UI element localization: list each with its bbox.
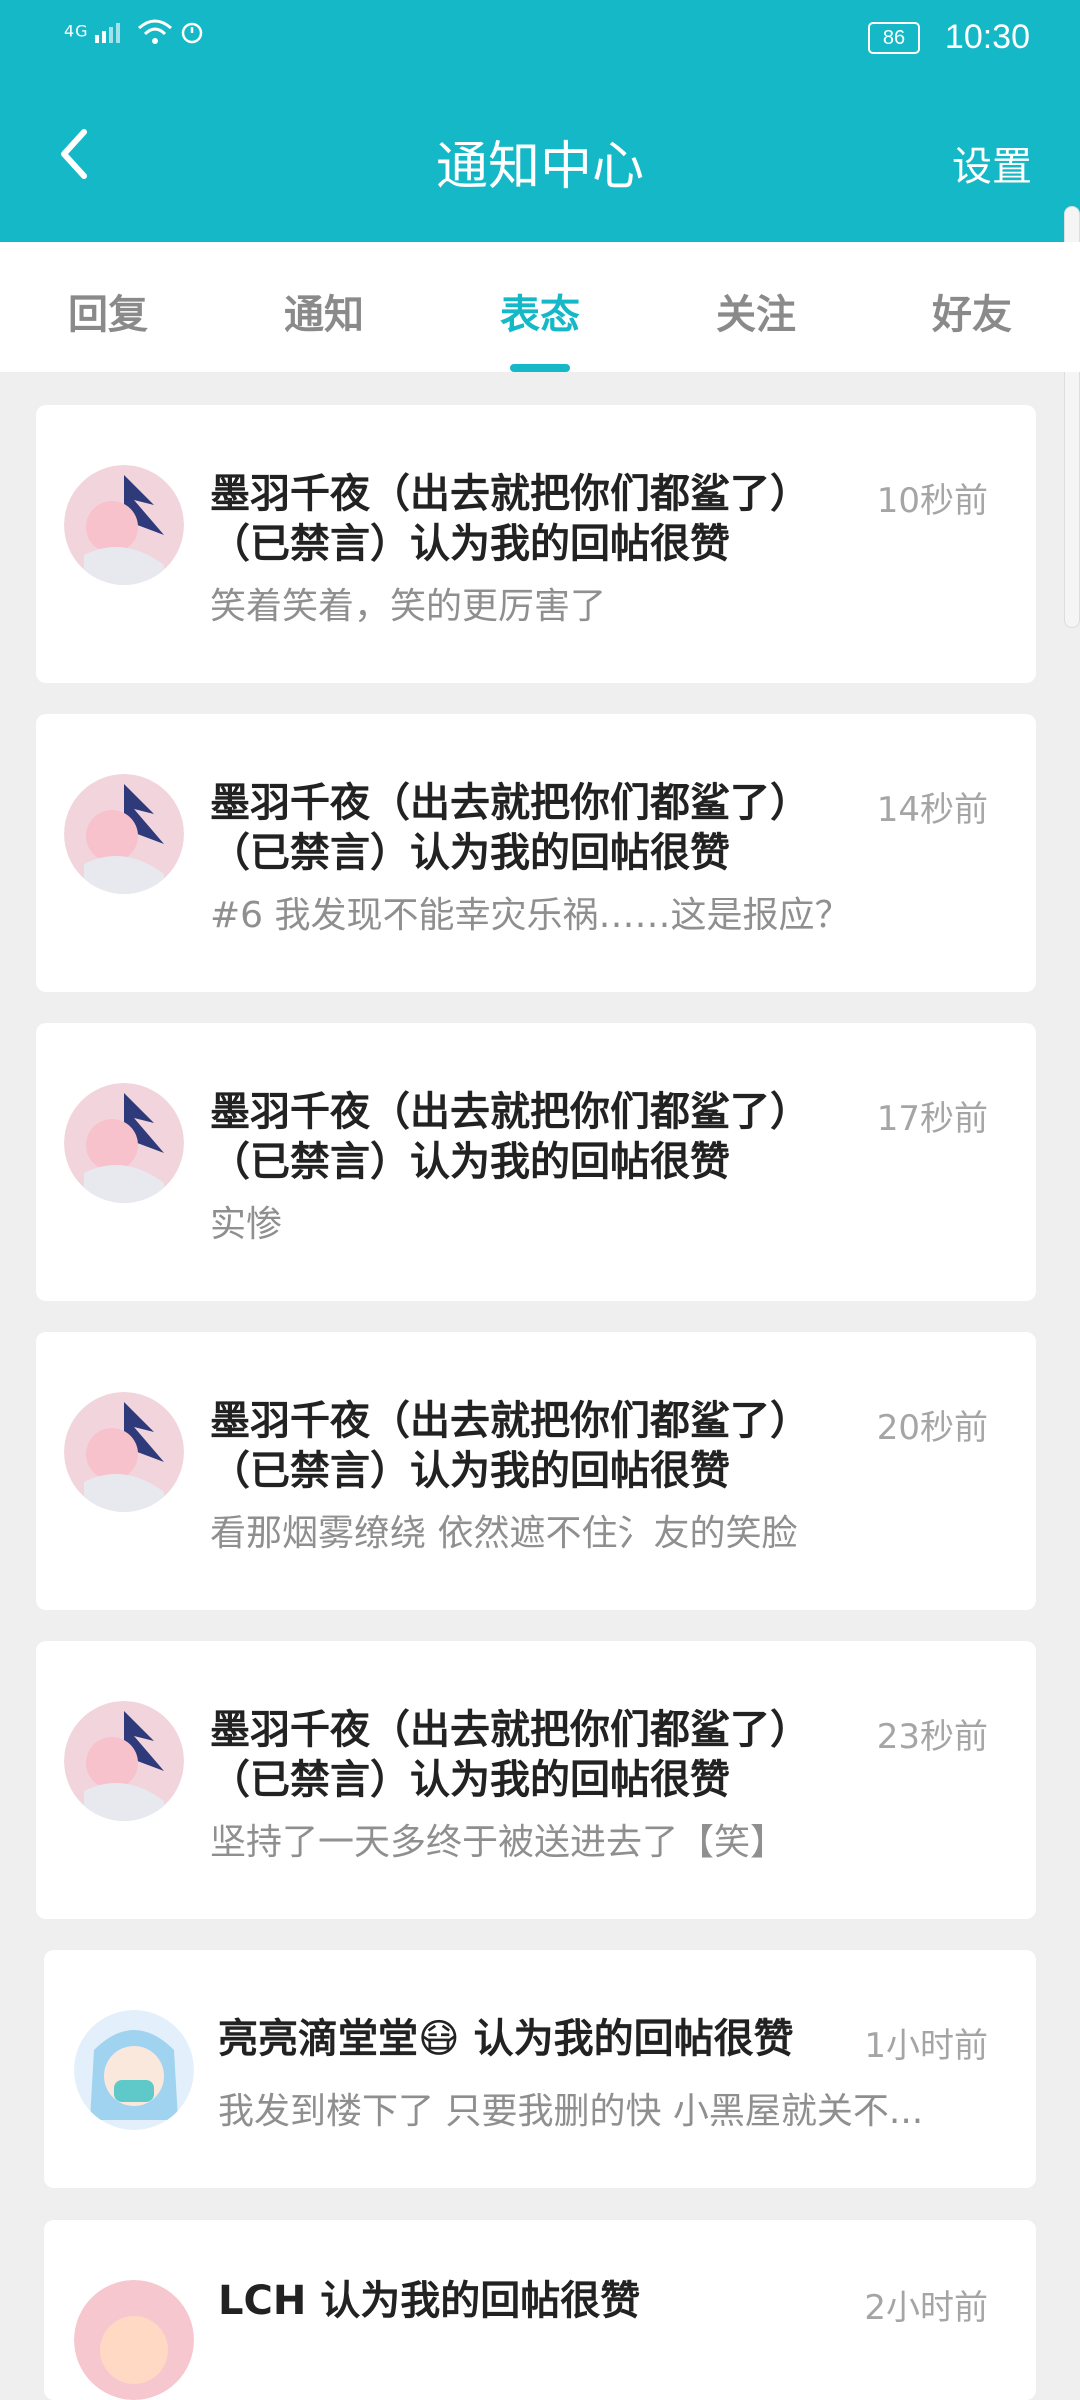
tab-follows[interactable]: 关注	[648, 242, 864, 372]
network-label: 4G	[64, 21, 89, 41]
tab-notifications[interactable]: 通知	[216, 242, 432, 372]
title-line-1: 墨羽千夜（出去就把你们都鲨了）	[210, 1707, 810, 1753]
notification-title: 墨羽千夜（出去就把你们都鲨了） （已禁言）认为我的回帖很赞	[210, 1396, 850, 1496]
avatar[interactable]	[64, 774, 184, 894]
notification-card[interactable]: 墨羽千夜（出去就把你们都鲨了） （已禁言）认为我的回帖很赞 20秒前 看那烟雾缭…	[36, 1332, 1036, 1610]
notification-title: 墨羽千夜（出去就把你们都鲨了） （已禁言）认为我的回帖很赞	[210, 469, 850, 569]
title-line-1: 墨羽千夜（出去就把你们都鲨了）	[210, 1089, 810, 1135]
clock: 10:30	[944, 18, 1030, 56]
avatar[interactable]	[74, 2010, 194, 2130]
title-line-2: （已禁言）认为我的回帖很赞	[210, 1448, 730, 1494]
settings-button[interactable]: 设置	[952, 134, 1032, 192]
signal-icon	[94, 23, 120, 43]
page-title: 通知中心	[435, 137, 644, 197]
notification-card[interactable]: 墨羽千夜（出去就把你们都鲨了） （已禁言）认为我的回帖很赞 14秒前 #6 我发…	[36, 714, 1036, 992]
battery-indicator: 86	[868, 22, 920, 54]
title-line-1: 墨羽千夜（出去就把你们都鲨了）	[210, 471, 810, 517]
timestamp: 1小时前	[864, 2026, 988, 2066]
avatar[interactable]	[64, 465, 184, 585]
reply-snippet: 坚持了一天多终于被送进去了【笑】	[210, 1822, 787, 1863]
notification-title: 墨羽千夜（出去就把你们都鲨了） （已禁言）认为我的回帖很赞	[210, 778, 850, 878]
active-tab-indicator	[510, 364, 570, 372]
title-line-1: 墨羽千夜（出去就把你们都鲨了）	[210, 1398, 810, 1444]
reply-snippet: 笑着笑着，笑的更厉害了	[210, 586, 607, 627]
reply-snippet: 看那烟雾缭绕 依然遮不住氵友的笑脸	[210, 1513, 798, 1554]
tab-replies[interactable]: 回复	[0, 242, 216, 372]
notification-card[interactable]: 墨羽千夜（出去就把你们都鲨了） （已禁言）认为我的回帖很赞 10秒前 笑着笑着，…	[36, 405, 1036, 683]
status-bar: 4G 86 10:30	[0, 0, 1080, 76]
timestamp: 2小时前	[864, 2288, 988, 2328]
title-line-1: 墨羽千夜（出去就把你们都鲨了）	[210, 780, 810, 826]
timestamp: 14秒前	[876, 790, 988, 830]
tab-label: 回复	[68, 292, 148, 338]
title-line-2: （已禁言）认为我的回帖很赞	[210, 521, 730, 567]
timestamp: 10秒前	[876, 481, 988, 521]
avatar[interactable]	[64, 1701, 184, 1821]
notification-card[interactable]: 墨羽千夜（出去就把你们都鲨了） （已禁言）认为我的回帖很赞 23秒前 坚持了一天…	[36, 1641, 1036, 1919]
notification-card[interactable]: LCH 认为我的回帖很赞 2小时前	[44, 2220, 1036, 2400]
app-header: 通知中心 设置	[0, 76, 1080, 628]
tab-label: 关注	[716, 292, 796, 338]
title-line-2: （已禁言）认为我的回帖很赞	[210, 1139, 730, 1185]
reply-snippet: 我发到楼下了 只要我删的快 小黑屋就关不...	[218, 2091, 924, 2132]
tab-reactions[interactable]: 表态	[432, 242, 648, 372]
tab-label: 表态	[500, 292, 580, 338]
avatar[interactable]	[64, 1392, 184, 1512]
title-line-2: （已禁言）认为我的回帖很赞	[210, 1757, 730, 1803]
network-indicator: 4G	[64, 18, 205, 46]
avatar[interactable]	[74, 2280, 194, 2400]
avatar[interactable]	[64, 1083, 184, 1203]
timestamp: 23秒前	[876, 1717, 988, 1757]
reply-snippet: #6 我发现不能幸灾乐祸……这是报应？	[210, 895, 851, 936]
notification-title: LCH 认为我的回帖很赞	[218, 2278, 641, 2324]
notification-card[interactable]: 亮亮滴堂堂😷 认为我的回帖很赞 1小时前 我发到楼下了 只要我删的快 小黑屋就关…	[44, 1950, 1036, 2188]
timestamp: 20秒前	[876, 1408, 988, 1448]
reply-snippet: 实惨	[210, 1204, 283, 1245]
alarm-icon	[181, 22, 203, 44]
notification-title: 墨羽千夜（出去就把你们都鲨了） （已禁言）认为我的回帖很赞	[210, 1705, 850, 1805]
tab-friends[interactable]: 好友	[864, 242, 1080, 372]
notification-title: 墨羽千夜（出去就把你们都鲨了） （已禁言）认为我的回帖很赞	[210, 1087, 850, 1187]
title-line-2: （已禁言）认为我的回帖很赞	[210, 830, 730, 876]
tab-label: 通知	[284, 292, 364, 338]
wifi-icon	[137, 19, 172, 44]
notification-card[interactable]: 墨羽千夜（出去就把你们都鲨了） （已禁言）认为我的回帖很赞 17秒前 实惨	[36, 1023, 1036, 1301]
tab-label: 好友	[932, 292, 1012, 338]
tab-bar: 回复 通知 表态 关注 好友	[0, 242, 1080, 372]
timestamp: 17秒前	[876, 1099, 988, 1139]
notification-title: 亮亮滴堂堂😷 认为我的回帖很赞	[218, 2016, 794, 2062]
